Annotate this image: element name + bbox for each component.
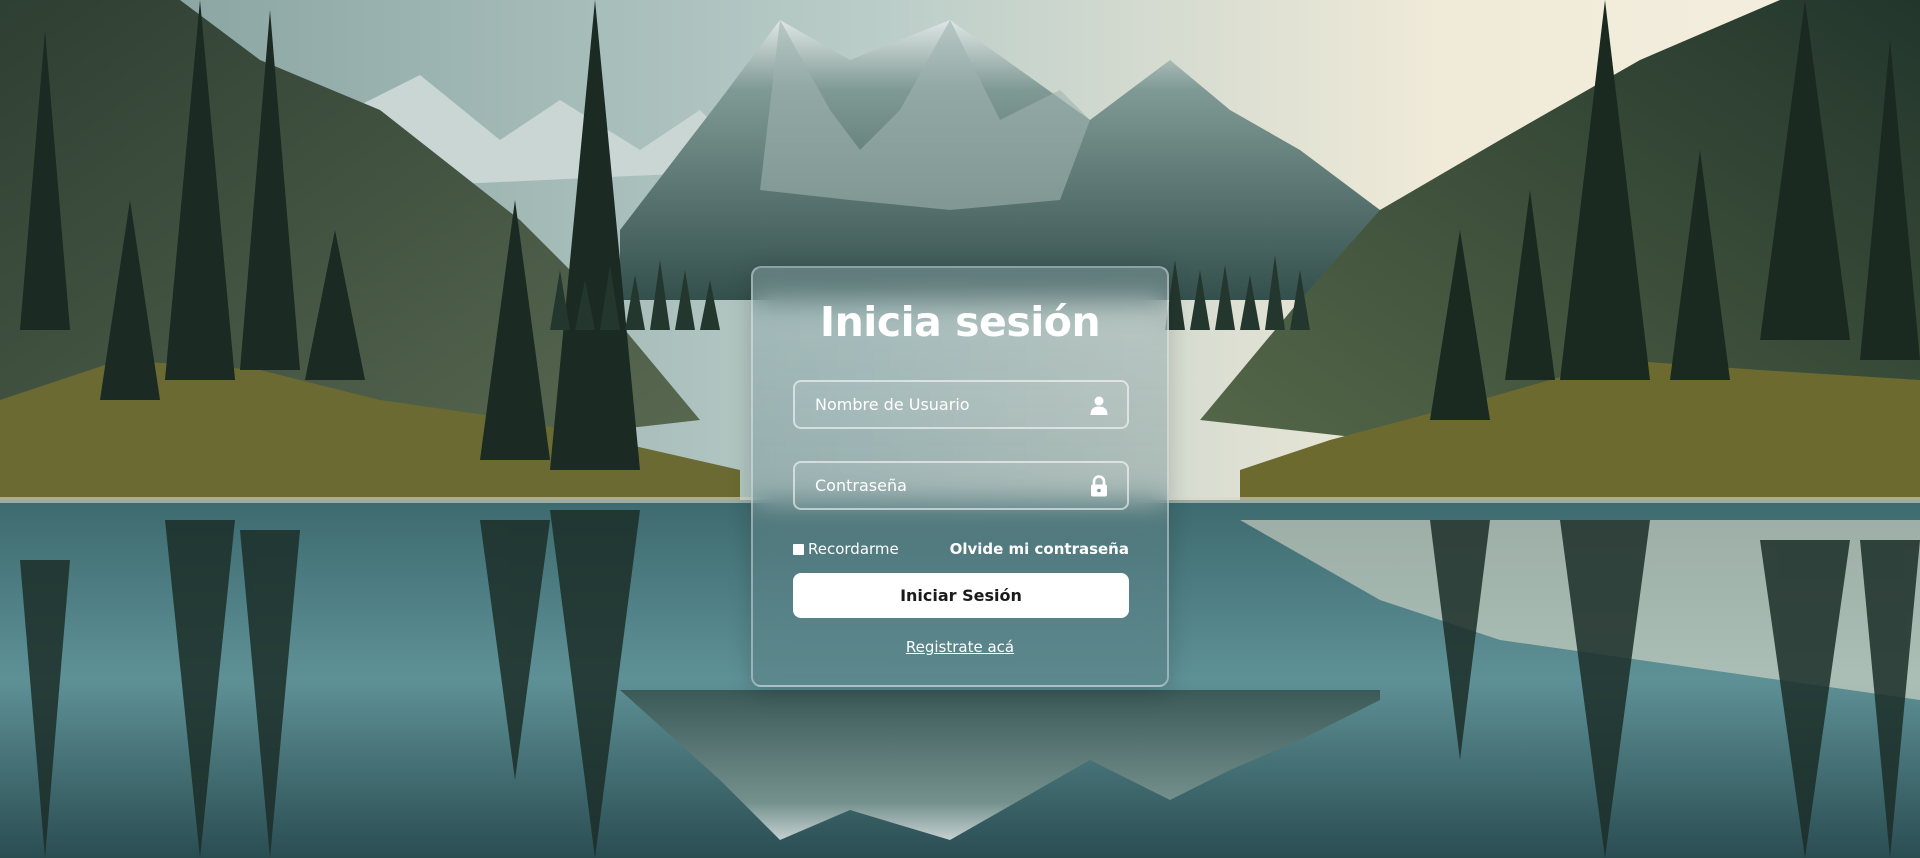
remember-label: Recordarme: [808, 540, 899, 558]
register-link[interactable]: Registrate acá: [906, 638, 1014, 656]
login-button[interactable]: Iniciar Sesión: [793, 573, 1129, 618]
user-icon: [1089, 394, 1109, 416]
forgot-password-link[interactable]: Olvide mi contraseña: [950, 540, 1129, 558]
password-input[interactable]: [795, 463, 1127, 508]
options-row: Recordarme Olvide mi contraseña: [793, 539, 1129, 559]
remember-checkbox[interactable]: [793, 543, 804, 555]
login-title: Inicia sesión: [819, 298, 1101, 346]
lock-icon: [1089, 474, 1109, 497]
register-row: Registrate acá: [753, 638, 1167, 656]
login-card: Inicia sesión Recordarme Olvide mi contr…: [751, 266, 1169, 687]
remember-me[interactable]: Recordarme: [793, 540, 899, 558]
password-field: [793, 461, 1129, 510]
username-input[interactable]: [795, 382, 1127, 427]
username-field: [793, 380, 1129, 429]
